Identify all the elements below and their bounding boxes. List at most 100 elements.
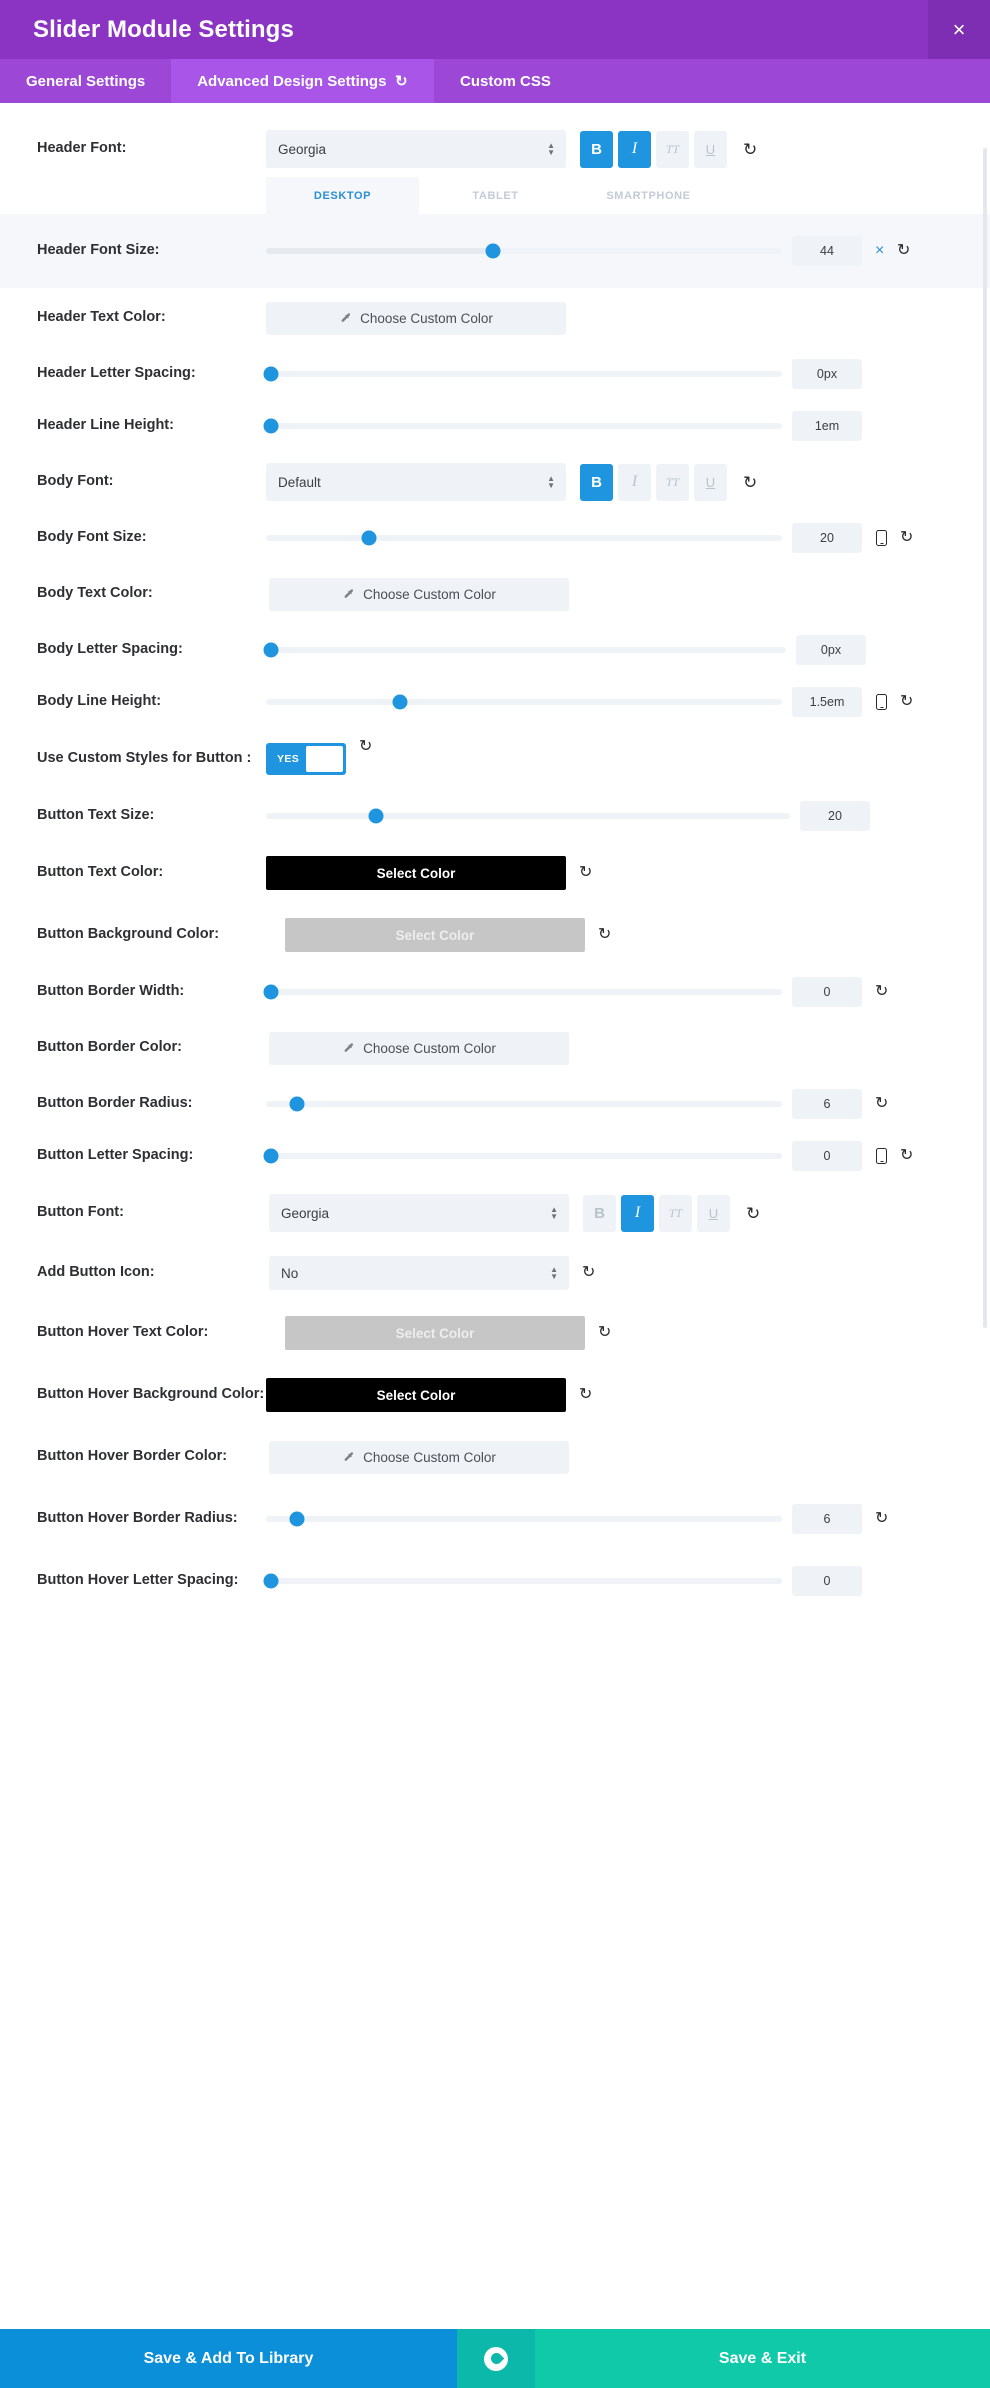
button-background-color-reset-icon[interactable]: ↺ [598, 927, 611, 943]
header-font-size-value[interactable]: 44 [792, 236, 862, 266]
body-font-select[interactable]: Default ▲▼ [266, 463, 566, 501]
slider-knob[interactable] [289, 1512, 304, 1527]
header-italic-button[interactable]: I [618, 131, 651, 168]
tab-general-settings[interactable]: General Settings [0, 59, 171, 103]
body-line-height-value[interactable]: 1.5em [792, 687, 862, 717]
body-line-height-reset-icon[interactable]: ↺ [900, 694, 913, 710]
label-body-text-color: Body Text Color: [0, 584, 266, 603]
resp-tab-smartphone[interactable]: SMARTPHONE [572, 177, 725, 214]
button-text-color-reset-icon[interactable]: ↺ [579, 865, 592, 881]
header-font-size-slider[interactable] [266, 248, 782, 254]
save-exit-button[interactable]: Save & Exit [535, 2329, 990, 2388]
body-underline-button[interactable]: U [694, 464, 727, 501]
slider-knob[interactable] [264, 1574, 279, 1589]
header-uppercase-button[interactable]: TT [656, 131, 689, 168]
button-border-width-reset-icon[interactable]: ↺ [875, 984, 888, 1000]
slider-knob[interactable] [486, 244, 501, 259]
use-custom-styles-toggle[interactable]: YES [266, 743, 346, 775]
body-italic-button[interactable]: I [618, 464, 651, 501]
button-hover-border-radius-slider[interactable] [266, 1516, 782, 1522]
slider-knob[interactable] [264, 419, 279, 434]
button-border-width-slider[interactable] [266, 989, 782, 995]
button-text-size-value[interactable]: 20 [800, 801, 870, 831]
button-hover-border-radius-value[interactable]: 6 [792, 1504, 862, 1534]
body-line-height-slider[interactable] [266, 699, 782, 705]
button-italic-button[interactable]: I [621, 1195, 654, 1232]
resp-tab-tablet[interactable]: TABLET [419, 177, 572, 214]
toggle-handle[interactable] [306, 746, 343, 772]
use-custom-styles-reset-icon[interactable]: ↺ [359, 739, 372, 755]
button-hover-letter-spacing-value[interactable]: 0 [792, 1566, 862, 1596]
header-bold-button[interactable]: B [580, 131, 613, 168]
button-text-color-swatch[interactable]: Select Color [266, 856, 566, 890]
reset-icon[interactable]: ↺ [395, 72, 408, 90]
button-underline-button[interactable]: U [697, 1195, 730, 1232]
button-background-color-swatch[interactable]: Select Color [285, 918, 585, 952]
slider-knob[interactable] [393, 695, 408, 710]
slider-knob[interactable] [264, 367, 279, 382]
button-border-radius-slider[interactable] [266, 1101, 782, 1107]
button-border-color-button[interactable]: Choose Custom Color [269, 1032, 569, 1065]
button-border-radius-reset-icon[interactable]: ↺ [875, 1096, 888, 1112]
header-underline-button[interactable]: U [694, 131, 727, 168]
mobile-icon[interactable] [876, 1148, 887, 1164]
button-hover-text-color-reset-icon[interactable]: ↺ [598, 1325, 611, 1341]
header-line-height-slider[interactable] [266, 423, 782, 429]
button-hover-border-radius-reset-icon[interactable]: ↺ [875, 1511, 888, 1527]
close-icon[interactable]: × [928, 0, 990, 59]
mobile-icon[interactable] [876, 530, 887, 546]
label-button-hover-text-color: Button Hover Text Color: [0, 1323, 266, 1342]
button-hover-letter-spacing-slider[interactable] [266, 1578, 782, 1584]
body-font-size-reset-icon[interactable]: ↺ [900, 530, 913, 546]
header-font-reset-icon[interactable]: ↺ [743, 141, 757, 158]
button-hover-text-color-swatch[interactable]: Select Color [285, 1316, 585, 1350]
row-body-font-size: Body Font Size: 20 ↺ [0, 512, 990, 564]
button-hover-background-color-reset-icon[interactable]: ↺ [579, 1387, 592, 1403]
body-bold-button[interactable]: B [580, 464, 613, 501]
body-letter-spacing-slider[interactable] [266, 647, 786, 653]
header-line-height-value[interactable]: 1em [792, 411, 862, 441]
button-bold-button[interactable]: B [583, 1195, 616, 1232]
header-letter-spacing-value[interactable]: 0px [792, 359, 862, 389]
body-letter-spacing-value[interactable]: 0px [796, 635, 866, 665]
button-letter-spacing-reset-icon[interactable]: ↺ [900, 1148, 913, 1164]
add-button-icon-reset-icon[interactable]: ↺ [582, 1265, 595, 1281]
tab-advanced-design-settings[interactable]: Advanced Design Settings ↺ [171, 59, 434, 103]
save-add-to-library-button[interactable]: Save & Add To Library [0, 2329, 457, 2388]
button-uppercase-button[interactable]: TT [659, 1195, 692, 1232]
body-uppercase-button[interactable]: TT [656, 464, 689, 501]
button-font-select[interactable]: Georgia ▲▼ [269, 1194, 569, 1232]
slider-knob[interactable] [369, 809, 384, 824]
button-hover-border-color-button[interactable]: Choose Custom Color [269, 1441, 569, 1474]
body-font-size-value[interactable]: 20 [792, 523, 862, 553]
slider-knob[interactable] [264, 1149, 279, 1164]
slider-knob[interactable] [289, 1097, 304, 1112]
scrollbar[interactable] [983, 148, 987, 1328]
body-font-size-slider[interactable] [266, 535, 782, 541]
header-text-color-button[interactable]: Choose Custom Color [266, 302, 566, 335]
header-font-size-reset-icon[interactable]: ↺ [897, 243, 910, 259]
button-letter-spacing-slider[interactable] [266, 1153, 782, 1159]
tab-general-settings-label: General Settings [26, 73, 145, 90]
button-text-size-slider[interactable] [266, 813, 790, 819]
label-button-hover-letter-spacing: Button Hover Letter Spacing: [0, 1571, 266, 1590]
body-text-color-button[interactable]: Choose Custom Color [269, 578, 569, 611]
resp-tab-desktop[interactable]: DESKTOP [266, 177, 419, 214]
slider-knob[interactable] [362, 531, 377, 546]
row-button-hover-letter-spacing: Button Hover Letter Spacing: 0 [0, 1550, 990, 1612]
slider-knob[interactable] [264, 985, 279, 1000]
body-font-reset-icon[interactable]: ↺ [743, 474, 757, 491]
button-border-width-value[interactable]: 0 [792, 977, 862, 1007]
slider-knob[interactable] [264, 643, 279, 658]
button-letter-spacing-value[interactable]: 0 [792, 1141, 862, 1171]
button-hover-background-color-swatch[interactable]: Select Color [266, 1378, 566, 1412]
clear-icon[interactable]: × [875, 243, 884, 259]
header-letter-spacing-slider[interactable] [266, 371, 782, 377]
mobile-icon[interactable] [876, 694, 887, 710]
header-font-select[interactable]: Georgia ▲▼ [266, 130, 566, 168]
button-border-radius-value[interactable]: 6 [792, 1089, 862, 1119]
add-button-icon-select[interactable]: No ▲▼ [269, 1256, 569, 1290]
preview-button[interactable] [457, 2329, 535, 2388]
tab-custom-css[interactable]: Custom CSS [434, 59, 577, 103]
button-font-reset-icon[interactable]: ↺ [746, 1205, 760, 1222]
